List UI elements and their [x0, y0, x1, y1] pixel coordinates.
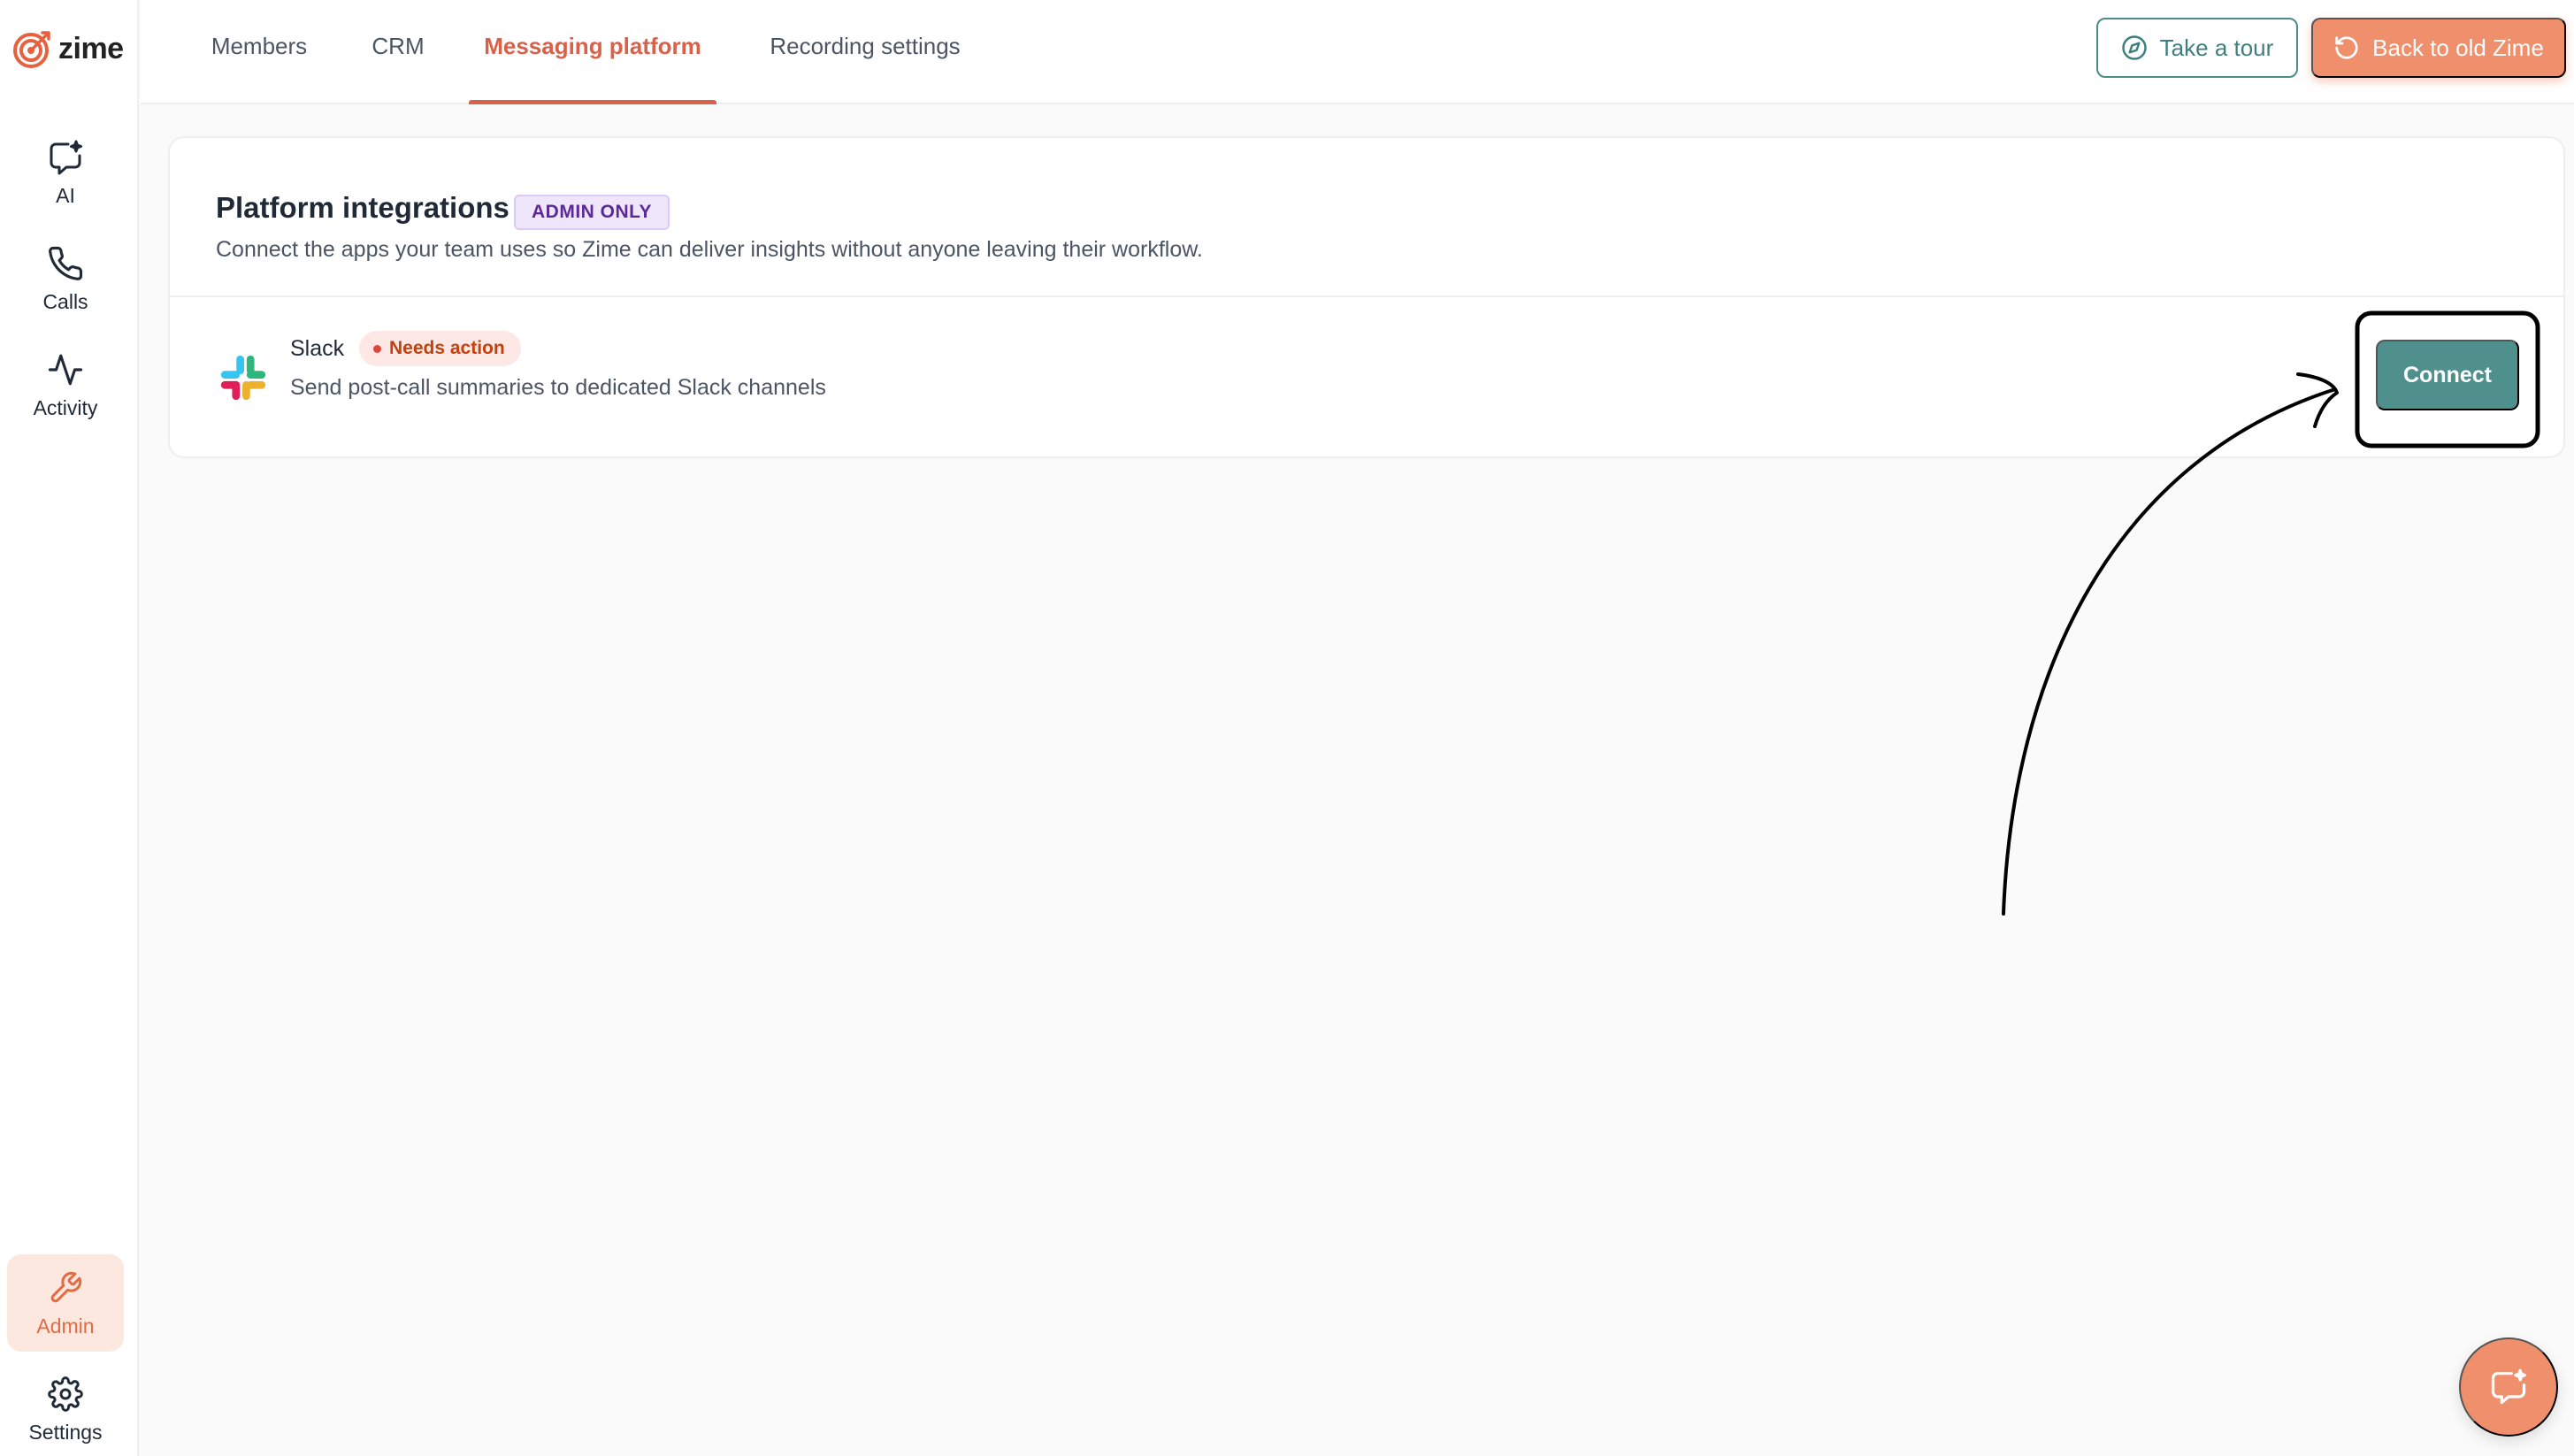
card-header: Platform integrations ADMIN ONLY Connect…	[170, 138, 2563, 297]
sidebar-item-label: Admin	[36, 1314, 95, 1337]
gear-icon	[46, 1375, 85, 1414]
connect-button[interactable]: Connect	[2376, 340, 2519, 410]
admin-only-badge: ADMIN ONLY	[514, 195, 670, 230]
phone-icon	[46, 244, 85, 283]
zime-logo[interactable]: zime	[12, 25, 124, 73]
card-title: Platform integrations	[216, 191, 509, 224]
integration-row-slack: Slack Needs action Send post-call summar…	[170, 299, 2563, 458]
wrench-icon	[46, 1268, 85, 1307]
chat-sparkle-icon	[2491, 1368, 2527, 1405]
sidebar-item-activity[interactable]: Activity	[7, 336, 124, 433]
compass-icon	[2121, 35, 2147, 60]
integration-description: Send post-call summaries to dedicated Sl…	[290, 375, 826, 400]
back-to-old-zime-label: Back to old Zime	[2372, 34, 2544, 61]
activity-icon	[46, 350, 85, 389]
logo-text: zime	[58, 31, 124, 65]
integration-name: Slack	[290, 336, 345, 361]
slack-logo-icon	[220, 355, 266, 401]
annotation-arrow-line	[2002, 387, 2337, 916]
sidebar: zime AI Calls Activity Admin Settings	[0, 0, 139, 1456]
card-subtitle: Connect the apps your team uses so Zime …	[216, 237, 1203, 262]
tab-members[interactable]: Members	[190, 0, 328, 104]
platform-integrations-card: Platform integrations ADMIN ONLY Connect…	[168, 136, 2565, 458]
sidebar-item-ai[interactable]: AI	[7, 124, 124, 221]
tab-recording-settings[interactable]: Recording settings	[737, 0, 993, 104]
app-root: zime AI Calls Activity Admin Settings Me…	[0, 0, 2574, 1456]
back-to-old-zime-button[interactable]: Back to old Zime	[2311, 18, 2566, 78]
tab-messaging-platform[interactable]: Messaging platform	[469, 0, 716, 104]
sidebar-item-label: Settings	[28, 1420, 103, 1444]
sidebar-item-label: Activity	[33, 395, 98, 419]
sidebar-item-label: AI	[56, 183, 75, 207]
target-logo-icon	[13, 31, 50, 68]
tab-crm[interactable]: CRM	[349, 0, 447, 104]
sidebar-item-calls[interactable]: Calls	[7, 230, 124, 327]
status-badge-label: Needs action	[389, 338, 505, 358]
take-a-tour-label: Take a tour	[2159, 34, 2274, 61]
take-a-tour-button[interactable]: Take a tour	[2096, 18, 2298, 78]
sidebar-item-label: Calls	[42, 289, 88, 313]
status-badge: Needs action	[359, 331, 521, 366]
status-dot-icon	[373, 345, 381, 353]
ai-chat-icon	[46, 138, 85, 177]
sidebar-item-settings[interactable]: Settings	[7, 1360, 124, 1456]
chat-fab-button[interactable]	[2459, 1337, 2558, 1437]
sidebar-item-admin[interactable]: Admin	[7, 1254, 124, 1352]
undo-icon	[2335, 36, 2358, 59]
